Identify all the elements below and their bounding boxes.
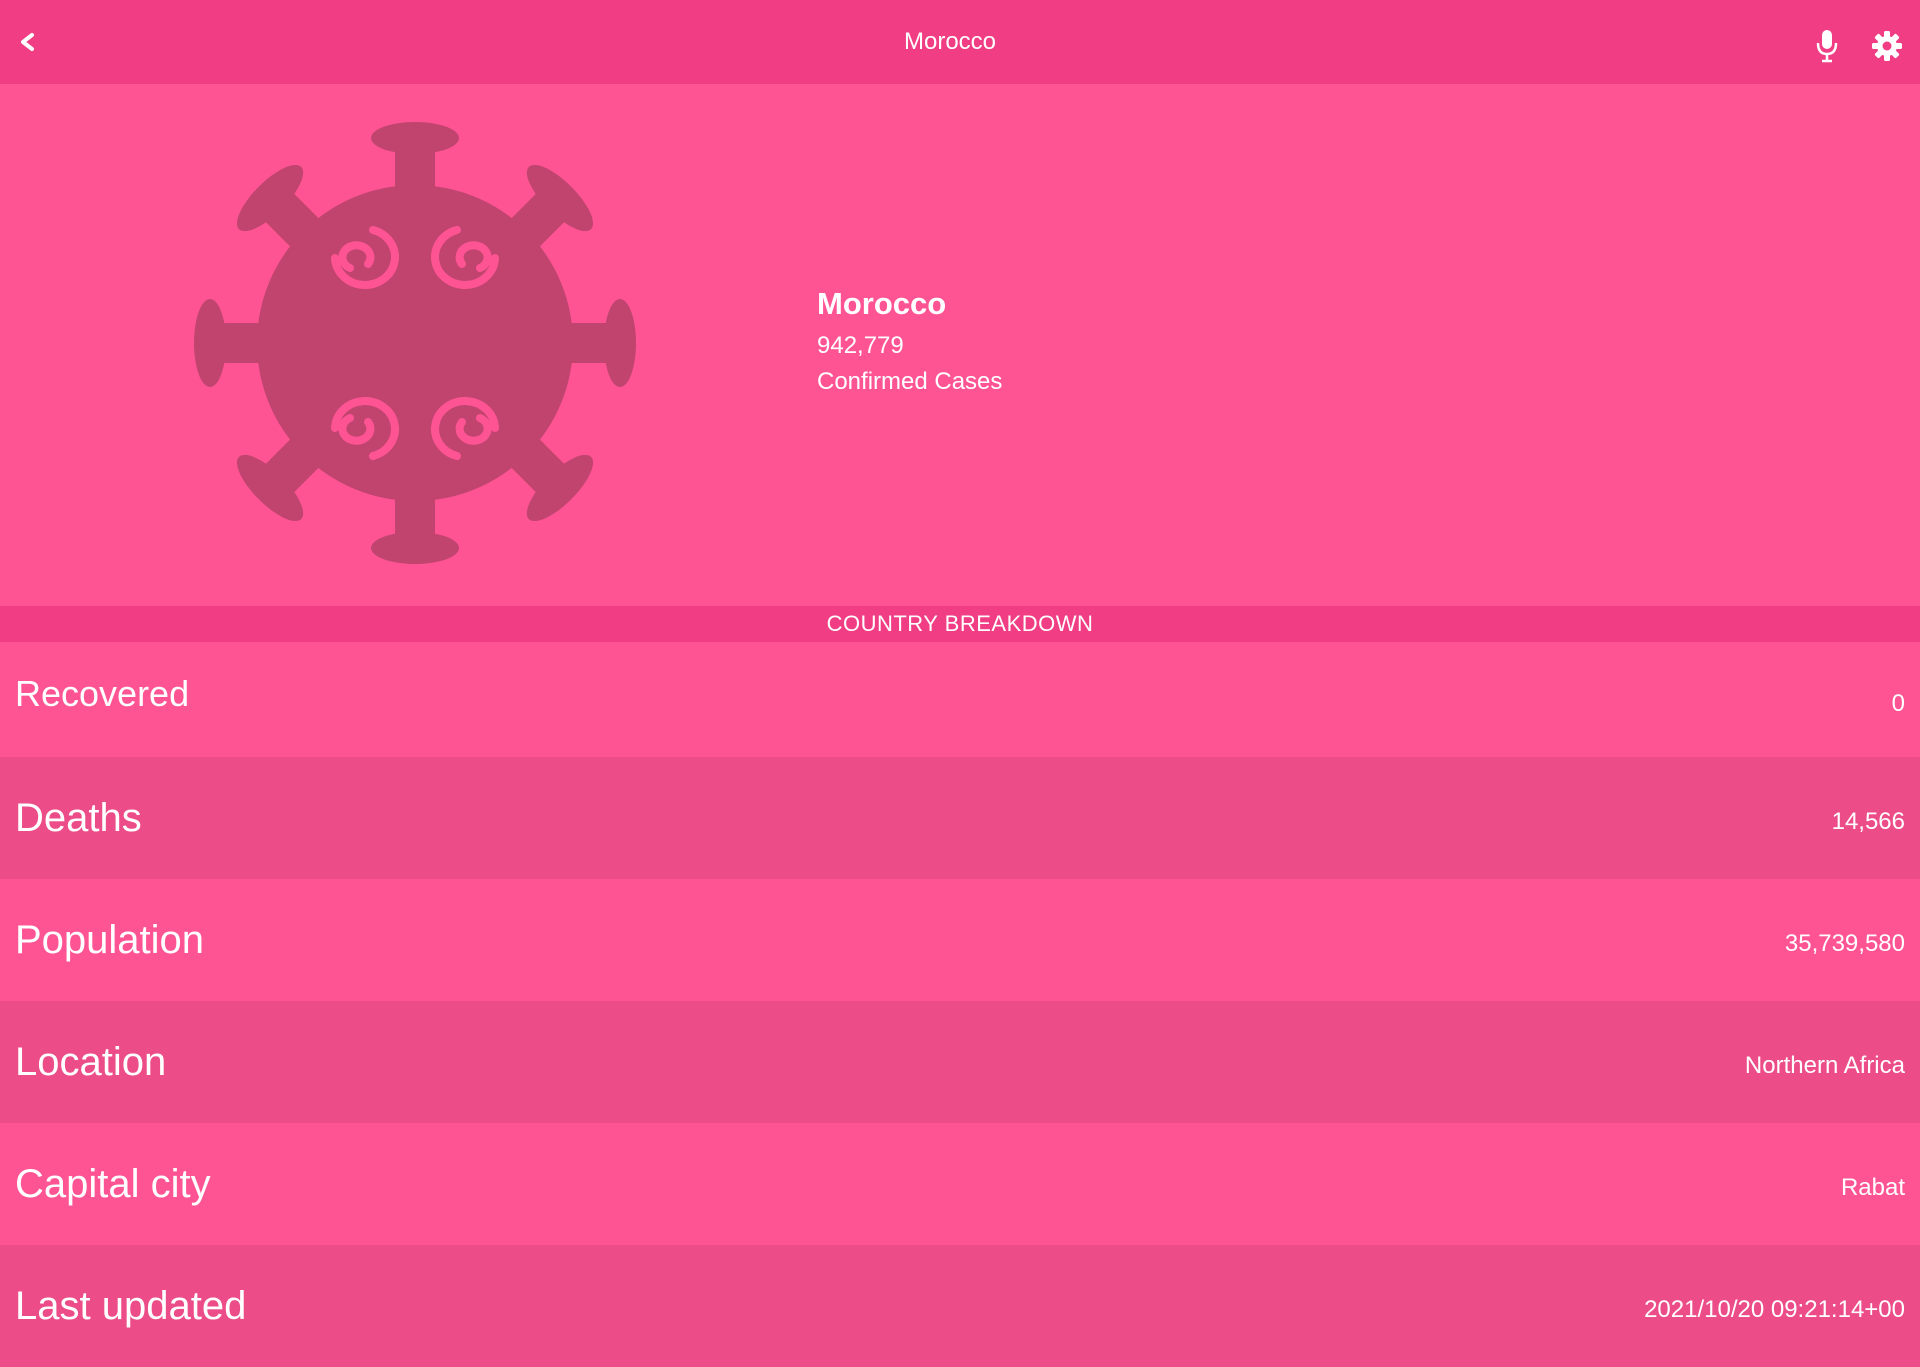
row-label: Recovered <box>15 672 190 714</box>
row-label: Last updated <box>15 1283 247 1328</box>
row-label: Capital city <box>15 1161 211 1206</box>
breakdown-list: Recovered 0 Deaths 14,566 Population 35,… <box>0 642 1920 1367</box>
row-value: 2021/10/20 09:21:14+00 <box>1644 1296 1905 1323</box>
confirmed-cases-label: Confirmed Cases <box>817 368 1003 395</box>
list-item-location[interactable]: Location Northern Africa <box>0 1001 1920 1123</box>
row-value: 0 <box>1891 689 1905 717</box>
confirmed-cases-count: 942,779 <box>817 332 904 359</box>
row-label: Population <box>15 917 205 962</box>
app-screen: Morocco Morocco 942,779 Confirmed Cases … <box>0 0 1920 1367</box>
row-value: 14,566 <box>1831 808 1905 835</box>
country-name: Morocco <box>817 286 947 321</box>
list-item-recovered[interactable]: Recovered 0 <box>0 642 1920 757</box>
list-item-population[interactable]: Population 35,739,580 <box>0 879 1920 1001</box>
list-item-last-updated[interactable]: Last updated 2021/10/20 09:21:14+00 <box>0 1245 1920 1367</box>
country-hero: Morocco 942,779 Confirmed Cases <box>0 84 1920 606</box>
row-value: Rabat <box>1840 1174 1905 1201</box>
voice-search-button[interactable] <box>1811 26 1843 66</box>
list-item-capital-city[interactable]: Capital city Rabat <box>0 1123 1920 1245</box>
row-label: Deaths <box>15 795 142 840</box>
gear-icon <box>1872 31 1902 61</box>
settings-button[interactable] <box>1869 26 1905 66</box>
microphone-icon <box>1816 30 1838 63</box>
row-value: Northern Africa <box>1744 1052 1905 1079</box>
row-label: Location <box>15 1039 167 1084</box>
section-header: COUNTRY BREAKDOWN <box>0 606 1920 642</box>
page-title: Morocco <box>903 28 997 55</box>
top-app-bar: Morocco <box>0 0 1920 84</box>
country-summary: Morocco 942,779 Confirmed Cases <box>817 284 1002 400</box>
row-value: 35,739,580 <box>1784 930 1905 957</box>
virus-icon <box>194 122 636 564</box>
list-item-deaths[interactable]: Deaths 14,566 <box>0 757 1920 879</box>
